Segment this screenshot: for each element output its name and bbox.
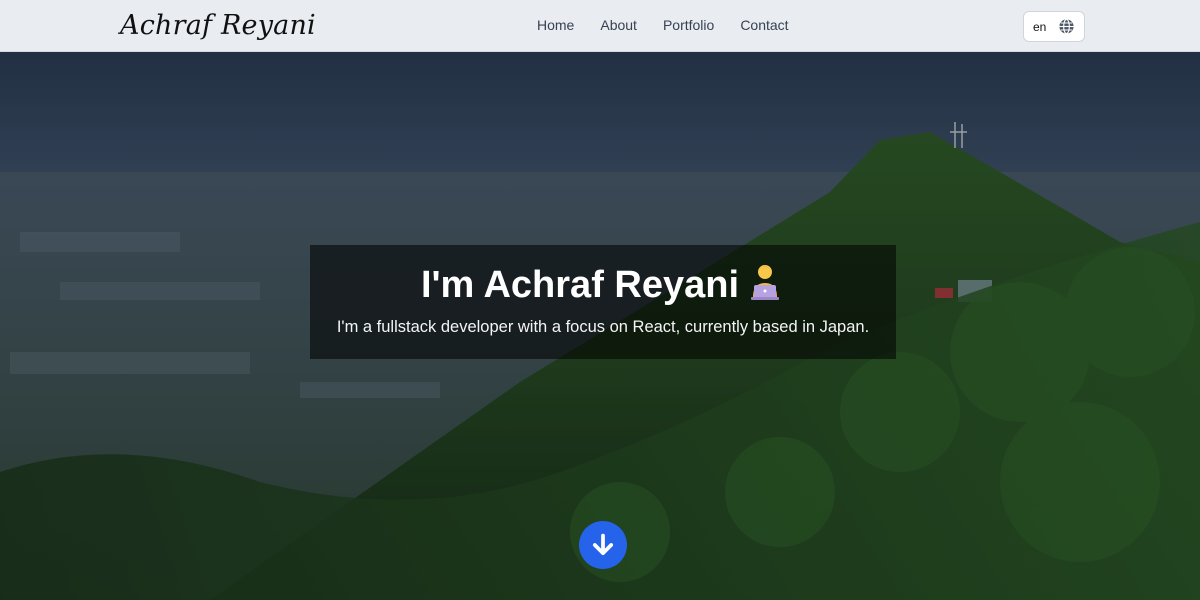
technologist-emoji-icon bbox=[745, 261, 785, 311]
nav-portfolio[interactable]: Portfolio bbox=[663, 17, 714, 33]
language-code: en bbox=[1033, 19, 1047, 34]
scroll-down-button[interactable] bbox=[579, 521, 627, 569]
globe-icon bbox=[1059, 18, 1074, 35]
nav-contact[interactable]: Contact bbox=[740, 17, 788, 33]
site-logo[interactable]: Achraf Reyani bbox=[120, 10, 316, 41]
main-nav: Home About Portfolio Contact bbox=[537, 17, 789, 33]
hero-title-text: I'm Achraf Reyani bbox=[420, 264, 740, 306]
intro-box: I'm Achraf Reyani I'm a fullstack develo… bbox=[310, 245, 896, 359]
nav-home[interactable]: Home bbox=[537, 17, 574, 33]
language-switcher[interactable]: en bbox=[1023, 11, 1085, 42]
arrow-down-icon bbox=[592, 533, 614, 556]
site-header: Achraf Reyani Home About Portfolio Conta… bbox=[0, 0, 1200, 52]
hero-subtitle: I'm a fullstack developer with a focus o… bbox=[336, 318, 870, 336]
hero-title: I'm Achraf Reyani bbox=[310, 261, 896, 311]
hero-section: I'm Achraf Reyani I'm a fullstack develo… bbox=[0, 52, 1200, 600]
nav-about[interactable]: About bbox=[600, 17, 637, 33]
